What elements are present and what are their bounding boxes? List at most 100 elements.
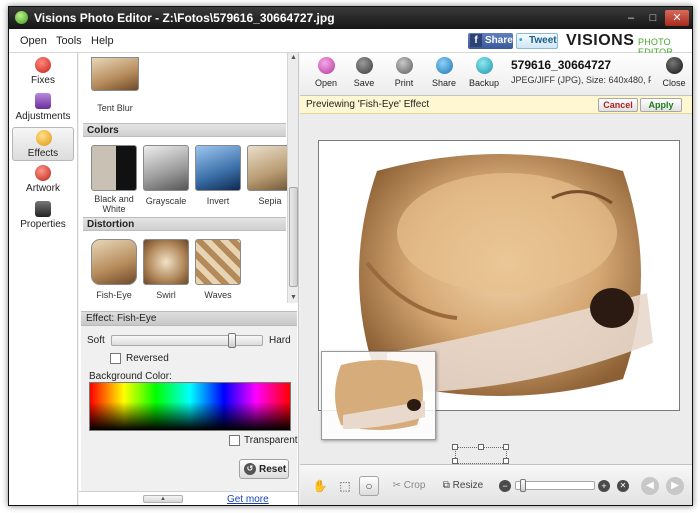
share-label: Share — [431, 78, 457, 88]
navigator-image — [335, 360, 425, 430]
hand-tool-icon[interactable]: ✋ — [310, 476, 330, 496]
selection-handle[interactable] — [503, 444, 509, 450]
transparent-label[interactable]: Transparent — [244, 435, 298, 446]
collapse-panel-handle[interactable]: ▲ — [143, 495, 183, 503]
app-logo-icon — [15, 11, 28, 24]
hard-label: Hard — [269, 335, 291, 346]
panel-footer: ▲ Get more filters... — [79, 491, 298, 505]
title-bar[interactable]: Visions Photo Editor - Z:\Fotos\579616_3… — [9, 7, 692, 29]
facebook-share-label: Share — [485, 35, 513, 46]
sidebar-item-adjustments[interactable]: Adjustments — [12, 91, 74, 125]
print-button[interactable]: Print — [386, 56, 422, 92]
print-label: Print — [394, 78, 414, 88]
reversed-checkbox[interactable] — [110, 353, 121, 364]
cancel-button[interactable]: Cancel — [598, 98, 638, 112]
preview-status-text: Previewing 'Fish-Eye' Effect — [306, 99, 430, 110]
file-info: JPEG/JIFF (JPG), Size: 640x480, Fil... — [511, 75, 651, 85]
waves-thumbnail[interactable] — [195, 239, 241, 285]
open-icon — [318, 57, 335, 74]
menu-open[interactable]: Open — [20, 35, 47, 47]
selection-handle[interactable] — [478, 444, 484, 450]
zoom-fit-icon[interactable]: ✕ — [617, 480, 629, 492]
redo-icon[interactable]: ▶ — [666, 477, 684, 495]
sidebar-item-fixes[interactable]: Fixes — [12, 55, 74, 89]
print-icon — [396, 57, 413, 74]
image-canvas-area[interactable] — [300, 114, 692, 464]
reset-icon: ↺ — [244, 463, 256, 475]
sidebar-item-artwork[interactable]: Artwork — [12, 163, 74, 197]
visions-logo: VISIONS PHOTO EDITOR — [566, 32, 688, 57]
file-name: 579616_30664727 — [511, 58, 612, 72]
transparent-checkbox[interactable] — [229, 435, 240, 446]
category-sidebar: Fixes Adjustments Effects Artwork Proper… — [9, 53, 78, 505]
fixes-icon — [35, 57, 51, 73]
share-icon — [436, 57, 453, 74]
facebook-share-button[interactable]: f Share — [468, 33, 513, 49]
apply-button[interactable]: Apply — [640, 98, 682, 112]
crop-label: Crop — [403, 480, 426, 491]
preview-notification-bar: Previewing 'Fish-Eye' Effect Cancel Appl… — [300, 96, 692, 114]
distortion-section-header[interactable]: Distortion — [83, 217, 286, 231]
effects-icon — [36, 130, 52, 146]
resize-button[interactable]: ⧉ Resize — [438, 476, 488, 496]
strength-slider-thumb[interactable] — [228, 333, 236, 348]
effect-settings-header: Effect: Fish-Eye — [81, 312, 297, 326]
grayscale-thumbnail[interactable] — [143, 145, 189, 191]
zoom-out-icon[interactable]: − — [499, 480, 511, 492]
colors-section-header[interactable]: Colors — [83, 123, 286, 137]
reset-button[interactable]: ↺ Reset — [239, 459, 289, 479]
rectangle-select-icon[interactable]: ⬚ — [335, 476, 355, 496]
fish-eye-thumbnail[interactable] — [91, 239, 137, 285]
scrollbar-thumb[interactable] — [289, 187, 298, 287]
background-color-label: Background Color: — [89, 371, 172, 382]
lasso-select-icon[interactable]: ○ — [359, 476, 379, 496]
logo-name: VISIONS — [566, 32, 635, 49]
background-color-picker[interactable] — [89, 382, 291, 431]
backup-label: Backup — [468, 78, 500, 88]
zoom-slider[interactable] — [515, 479, 595, 492]
close-image-button[interactable]: Close — [656, 56, 692, 92]
selection-handle[interactable] — [452, 444, 458, 450]
undo-icon[interactable]: ◀ — [641, 477, 659, 495]
close-window-button[interactable]: ✕ — [665, 10, 689, 26]
menu-tools[interactable]: Tools — [56, 35, 82, 47]
zoom-in-icon[interactable]: + — [598, 480, 610, 492]
sidebar-item-label: Properties — [20, 219, 66, 230]
scroll-down-icon[interactable]: ▼ — [288, 293, 299, 303]
tent-blur-thumbnail[interactable] — [91, 57, 139, 91]
invert-thumbnail[interactable] — [195, 145, 241, 191]
sidebar-item-label: Artwork — [26, 183, 60, 194]
sidebar-item-label: Adjustments — [15, 111, 71, 122]
menu-help[interactable]: Help — [91, 35, 114, 47]
effect-settings-panel: Effect: Fish-Eye Soft Hard Reversed Back… — [81, 311, 298, 491]
save-icon — [356, 57, 373, 74]
reversed-label[interactable]: Reversed — [126, 353, 169, 364]
close-label: Close — [662, 78, 686, 88]
save-button[interactable]: Save — [346, 56, 382, 92]
zoom-slider-thumb[interactable] — [520, 479, 526, 492]
navigator-thumbnail[interactable] — [321, 351, 436, 440]
swirl-thumbnail[interactable] — [143, 239, 189, 285]
effects-scrollbar[interactable]: ▲ ▼ — [287, 53, 298, 303]
sidebar-item-effects[interactable]: Effects — [12, 127, 74, 161]
maximize-button[interactable]: □ — [643, 10, 663, 26]
scroll-up-icon[interactable]: ▲ — [288, 53, 299, 63]
waves-label: Waves — [204, 290, 232, 300]
selection-box[interactable] — [452, 444, 509, 464]
backup-button[interactable]: Backup — [466, 56, 502, 92]
minimize-button[interactable]: – — [621, 10, 641, 26]
strength-slider[interactable] — [111, 333, 263, 348]
crop-button[interactable]: ✂ Crop — [386, 476, 432, 496]
get-more-filters-link[interactable]: Get more filters... — [227, 494, 298, 505]
effects-panel: Tent Blur Colors Black and White Graysca… — [79, 53, 299, 505]
share-button[interactable]: Share — [426, 56, 462, 92]
window-title: Visions Photo Editor - Z:\Fotos\579616_3… — [34, 11, 335, 25]
main-toolbar: Open Save Print Share Backup 579616_3066… — [300, 53, 692, 96]
tweet-button[interactable]: • Tweet — [516, 33, 558, 49]
open-button[interactable]: Open — [308, 56, 344, 92]
black-and-white-thumbnail[interactable] — [91, 145, 137, 191]
grayscale-label: Grayscale — [145, 196, 187, 206]
bottom-toolbar: ✋ ⬚ ○ ✂ Crop ⧉ Resize − + ✕ ◀ ▶ — [300, 464, 692, 505]
facebook-icon: f — [470, 34, 482, 47]
sidebar-item-properties[interactable]: Properties — [12, 199, 74, 233]
